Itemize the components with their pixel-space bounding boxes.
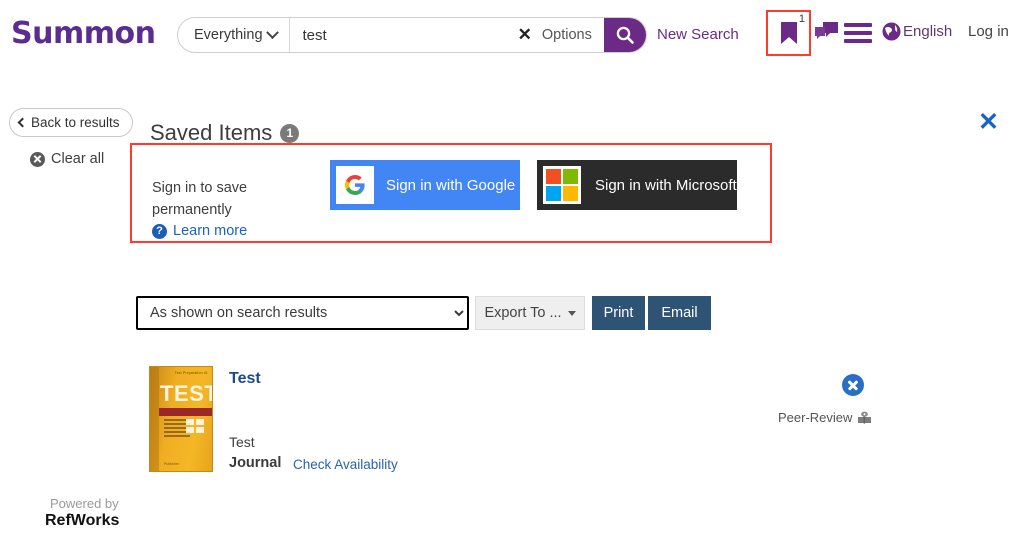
login-link[interactable]: Log in: [968, 23, 1009, 40]
chat-button[interactable]: [814, 21, 840, 48]
cover-header-text: Test Preparation #1: [174, 371, 208, 375]
result-format-label: Journal: [229, 455, 282, 471]
peer-review-book-icon: [858, 411, 872, 424]
search-input[interactable]: [289, 18, 512, 52]
language-label[interactable]: English: [903, 23, 952, 40]
saved-items-page: Summon Everything ✕ Options New Search 1: [0, 0, 1016, 541]
search-options-button[interactable]: Options: [538, 18, 604, 52]
search-submit-button[interactable]: [603, 18, 646, 52]
clear-search-icon[interactable]: ✕: [512, 18, 538, 52]
powered-by-label: Powered by: [50, 496, 119, 511]
export-to-button[interactable]: Export To ...: [475, 296, 585, 330]
export-to-label: Export To ...: [484, 305, 562, 321]
search-bar: Everything ✕ Options: [177, 17, 647, 53]
search-icon: [616, 26, 634, 44]
sort-order-select[interactable]: As shown on search results: [136, 296, 469, 330]
email-button[interactable]: Email: [648, 296, 711, 330]
back-to-results-label: Back to results: [31, 115, 120, 130]
google-signin-label: Sign in with Google: [386, 176, 516, 194]
saved-items-button[interactable]: 1: [766, 10, 811, 56]
microsoft-signin-label: Sign in with Microsoft: [595, 176, 737, 194]
saved-items-badge: 1: [280, 123, 300, 143]
globe-icon: [882, 22, 901, 41]
signin-panel: Sign in to save permanently ? Learn more…: [130, 143, 772, 243]
learn-more-label: Learn more: [173, 223, 248, 239]
menu-button[interactable]: [844, 23, 872, 47]
x-circle-icon: [30, 151, 45, 167]
sign-in-with-microsoft-button[interactable]: Sign in with Microsoft: [537, 160, 737, 210]
hamburger-line: [844, 39, 872, 43]
peer-review-label: Peer-Review: [778, 410, 853, 425]
language-button[interactable]: [881, 21, 902, 47]
print-button[interactable]: Print: [592, 296, 645, 330]
clear-all-label: Clear all: [51, 151, 105, 167]
cover-squares: [186, 419, 204, 433]
google-g-icon: [336, 166, 374, 204]
search-scope-label: Everything: [194, 27, 263, 43]
saved-items-count: 1: [798, 13, 805, 25]
clear-all-button[interactable]: Clear all: [30, 151, 104, 167]
caret-down-icon: [567, 310, 576, 316]
learn-more-link[interactable]: ? Learn more: [152, 223, 247, 239]
cover-footer-text: Publisher: [164, 462, 179, 466]
chat-bubbles-icon: [815, 22, 838, 39]
result-title-link[interactable]: Test: [229, 370, 261, 388]
app-header: Summon Everything ✕ Options New Search 1: [0, 0, 1016, 70]
search-scope-dropdown[interactable]: Everything: [178, 18, 290, 52]
signin-prompt: Sign in to save permanently: [152, 180, 248, 218]
new-search-link[interactable]: New Search: [657, 26, 739, 43]
cover-title-text: TEST: [160, 381, 213, 406]
microsoft-squares-icon: [543, 166, 581, 204]
back-to-results-button[interactable]: Back to results: [9, 108, 133, 137]
remove-saved-item-button[interactable]: [842, 374, 864, 396]
summon-logo: Summon: [11, 16, 156, 51]
result-subtitle: Test: [229, 434, 255, 450]
hamburger-line: [844, 23, 872, 27]
chevron-left-icon: [17, 117, 28, 128]
question-circle-icon: ?: [152, 223, 167, 239]
sign-in-with-google-button[interactable]: Sign in with Google: [330, 160, 520, 210]
cover-band: [159, 408, 212, 416]
hamburger-line: [844, 31, 872, 35]
bookmark-icon: [780, 22, 797, 44]
chevron-down-icon: [265, 25, 279, 39]
search-options-label: Options: [541, 27, 592, 43]
cover-spine: [150, 367, 159, 471]
peer-review-indicator: Peer-Review: [778, 410, 872, 425]
refworks-brand: RefWorks: [45, 512, 120, 529]
close-panel-button[interactable]: ✕: [978, 110, 999, 135]
check-availability-link[interactable]: Check Availability: [293, 457, 398, 472]
result-cover-image[interactable]: Test Preparation #1 TEST Publisher: [149, 366, 213, 472]
